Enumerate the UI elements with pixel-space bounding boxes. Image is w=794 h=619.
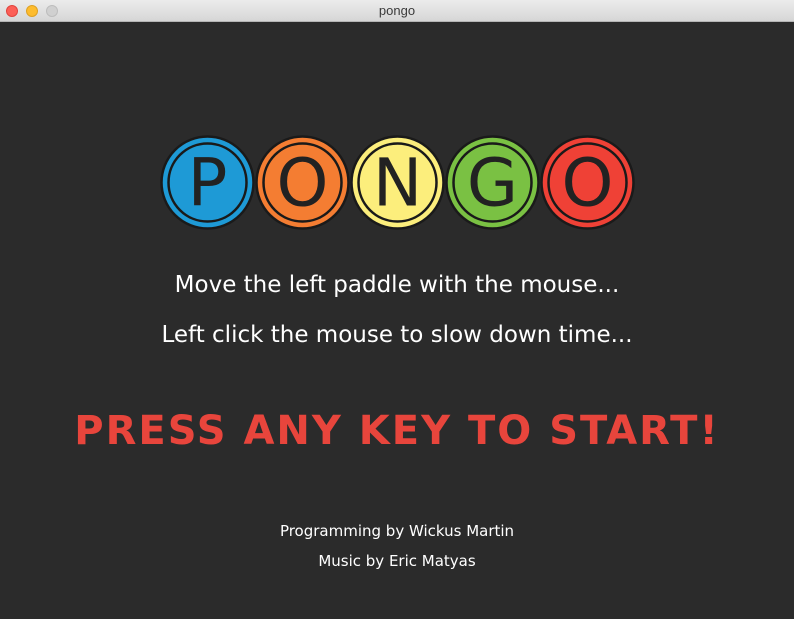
pongo-logo: PONGO: [160, 135, 635, 230]
instruction-move-paddle: Move the left paddle with the mouse...: [174, 272, 620, 298]
logo-letter-text: P: [188, 145, 228, 222]
logo-letter-text: G: [467, 145, 518, 222]
logo-letter-text: O: [562, 145, 614, 222]
press-any-key-prompt: PRESS ANY KEY TO START!: [74, 408, 720, 454]
credit-programming: Programming by Wickus Martin: [279, 522, 515, 540]
logo-letter-g-3: G: [445, 135, 540, 230]
logo-letter-text: N: [373, 145, 422, 222]
title-bar[interactable]: pongo: [0, 0, 794, 22]
logo-letter-o-1: O: [255, 135, 350, 230]
logo-letter-n-2: N: [350, 135, 445, 230]
logo-letter-o-4: O: [540, 135, 635, 230]
instruction-slow-time: Left click the mouse to slow down time..…: [161, 322, 633, 348]
credit-music: Music by Eric Matyas: [318, 552, 476, 570]
logo-letter-text: O: [277, 145, 329, 222]
window-title: pongo: [378, 3, 416, 18]
logo-letter-p-0: P: [160, 135, 255, 230]
game-window[interactable]: pongo PONGO Move the left paddle with th…: [0, 0, 794, 619]
